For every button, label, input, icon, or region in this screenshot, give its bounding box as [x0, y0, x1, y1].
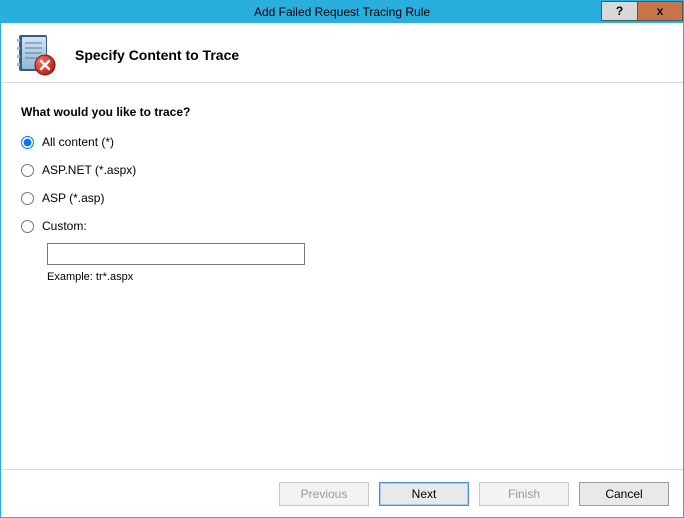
radio-aspnet-label: ASP.NET (*.aspx): [42, 163, 136, 177]
radio-aspnet-input[interactable]: [21, 164, 34, 177]
wizard-footer: Previous Next Finish Cancel: [1, 469, 683, 517]
close-button[interactable]: x: [637, 1, 683, 21]
custom-pattern-input[interactable]: [47, 243, 305, 265]
previous-button[interactable]: Previous: [279, 482, 369, 506]
custom-block: Example: tr*.aspx: [47, 243, 663, 283]
radio-all-content-input[interactable]: [21, 136, 34, 149]
radio-custom[interactable]: Custom:: [21, 219, 663, 233]
wizard-header: Specify Content to Trace: [1, 23, 683, 83]
titlebar-buttons: ? x: [601, 1, 683, 23]
radio-asp[interactable]: ASP (*.asp): [21, 191, 663, 205]
question-label: What would you like to trace?: [21, 105, 663, 119]
notebook-error-icon: [15, 33, 59, 77]
radio-aspnet[interactable]: ASP.NET (*.aspx): [21, 163, 663, 177]
radio-custom-label: Custom:: [42, 219, 87, 233]
page-title: Specify Content to Trace: [75, 47, 239, 63]
titlebar: Add Failed Request Tracing Rule ? x: [1, 1, 683, 23]
window-title: Add Failed Request Tracing Rule: [1, 5, 683, 19]
radio-all-content[interactable]: All content (*): [21, 135, 663, 149]
radio-all-content-label: All content (*): [42, 135, 114, 149]
radio-asp-input[interactable]: [21, 192, 34, 205]
wizard-content: What would you like to trace? All conten…: [1, 83, 683, 469]
radio-asp-label: ASP (*.asp): [42, 191, 104, 205]
radio-custom-input[interactable]: [21, 220, 34, 233]
help-button[interactable]: ?: [601, 1, 637, 21]
example-label: Example: tr*.aspx: [47, 271, 663, 283]
next-button[interactable]: Next: [379, 482, 469, 506]
dialog-window: Add Failed Request Tracing Rule ? x: [0, 0, 684, 518]
finish-button[interactable]: Finish: [479, 482, 569, 506]
cancel-button[interactable]: Cancel: [579, 482, 669, 506]
